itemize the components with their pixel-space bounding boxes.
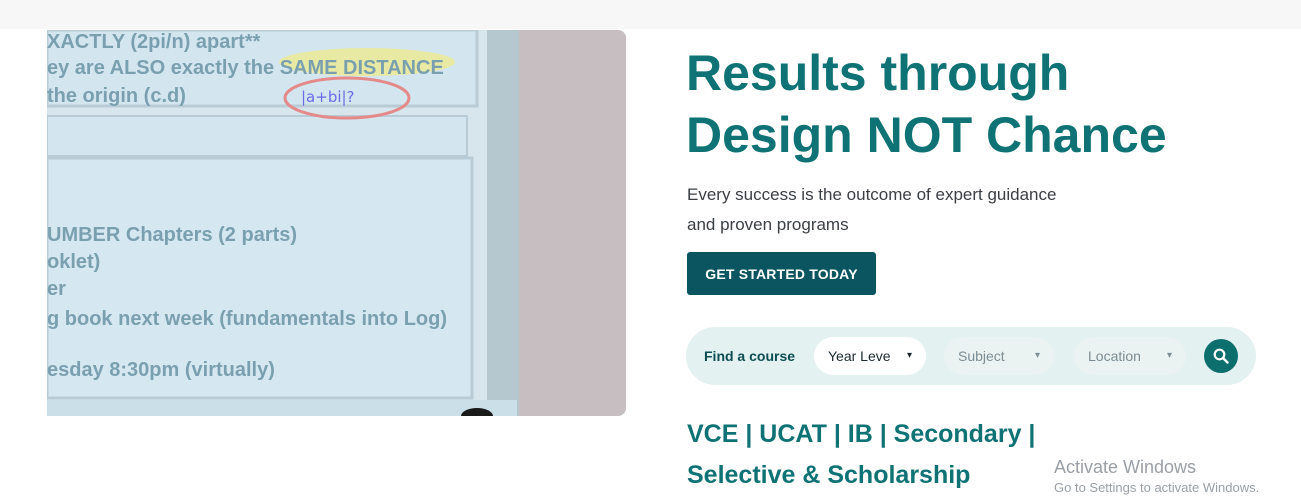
find-course-label: Find a course xyxy=(704,348,796,364)
whiteboard-line-4: UMBER Chapters (2 parts) xyxy=(47,224,297,246)
hero-subtitle-line-1: Every success is the outcome of expert g… xyxy=(687,185,1057,204)
programs-line-2: Selective & Scholarship xyxy=(687,461,971,489)
get-started-button[interactable]: GET STARTED TODAY xyxy=(687,252,876,295)
top-bar xyxy=(0,0,1301,29)
chevron-down-icon: ▾ xyxy=(1166,350,1172,361)
hero-title-line-2: Design NOT Chance xyxy=(686,107,1167,163)
whiteboard-line-1: XACTLY (2pi/n) apart** xyxy=(47,31,261,53)
hero-subtitle: Every success is the outcome of expert g… xyxy=(687,180,1127,240)
whiteboard-line-5: oklet) xyxy=(47,251,100,273)
programs-line-1: VCE | UCAT | IB | Secondary | xyxy=(687,420,1036,448)
hero-title-line-1: Results through xyxy=(686,45,1070,101)
subject-select[interactable]: Subject ▾ xyxy=(944,337,1054,375)
watermark-title: Activate Windows xyxy=(1054,457,1197,477)
search-icon xyxy=(1213,348,1229,364)
hero-whiteboard-image: XACTLY (2pi/n) apart** ey are ALSO exact… xyxy=(47,30,626,416)
watermark-subtitle: Go to Settings to activate Windows. xyxy=(1054,480,1260,495)
chevron-down-icon: ▾ xyxy=(1034,350,1040,361)
location-select[interactable]: Location ▾ xyxy=(1074,337,1186,375)
search-button[interactable] xyxy=(1204,339,1238,373)
whiteboard-line-2: ey are ALSO exactly the SAME DISTANCE xyxy=(47,57,444,79)
hero-subtitle-line-2: and proven programs xyxy=(687,215,849,234)
hero-title: Results through Design NOT Chance xyxy=(686,42,1246,166)
whiteboard-line-3: the origin (c.d) xyxy=(47,85,186,107)
subject-placeholder: Subject xyxy=(958,348,1005,364)
course-finder: Find a course Year Leve ▾ Subject ▾ Loca… xyxy=(686,327,1256,385)
programs-list: VCE | UCAT | IB | Secondary | Selective … xyxy=(687,414,1067,496)
year-level-select[interactable]: Year Leve ▾ xyxy=(814,337,926,375)
whiteboard-line-7: g book next week (fundamentals into Log) xyxy=(47,308,447,330)
chevron-down-icon: ▾ xyxy=(906,350,912,361)
whiteboard-note: |a+bi|? xyxy=(301,88,355,106)
location-placeholder: Location xyxy=(1088,348,1141,364)
year-level-value: Year Leve xyxy=(828,348,891,364)
whiteboard-line-6: er xyxy=(47,278,66,300)
windows-activation-watermark: Activate Windows Go to Settings to activ… xyxy=(1054,456,1259,498)
whiteboard-line-8: esday 8:30pm (virtually) xyxy=(47,359,275,381)
